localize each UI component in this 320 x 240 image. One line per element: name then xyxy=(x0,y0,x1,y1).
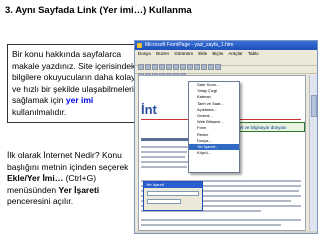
intro-line: sağlamak için yer imi xyxy=(12,95,134,107)
intro-highlight: yer imi xyxy=(65,95,94,106)
status-bar xyxy=(135,231,317,233)
menu-format[interactable]: Biçim xyxy=(212,51,223,56)
app-icon xyxy=(137,43,142,48)
scroll-thumb[interactable] xyxy=(311,95,317,117)
doc-text-line xyxy=(141,166,187,168)
shortcut: (Ctrl+G) xyxy=(63,173,97,183)
frontpage-screenshot: Microsoft FrontPage - yazi_sayfa_1.htm D… xyxy=(134,40,318,234)
menubar: Dosya Düzen Görünüm Ekle Biçim Araçlar T… xyxy=(135,50,317,57)
doc-text-line xyxy=(141,219,301,221)
menu-view[interactable]: Görünüm xyxy=(174,51,193,56)
menu-path: Ekle/Yer İmi… xyxy=(7,173,64,183)
slide-title: 3. Aynı Sayfada Link (Yer imi…) Kullanma xyxy=(5,5,192,16)
howto-line: İlk olarak İnternet Nedir? Konu xyxy=(7,150,122,160)
doc-heading: İnt xyxy=(141,102,157,117)
intro-line: makale yazdınız. Site içerisindeki xyxy=(12,60,138,71)
intro-line: bilgilere okuyucuların daha kolay xyxy=(12,72,136,83)
intro-line: Bir konu hakkında sayfalarca xyxy=(12,49,122,59)
howto-text-part: menüsünden xyxy=(7,184,59,195)
insert-menu: Satır Sonu... Yatay Çizgi Katman Tarih v… xyxy=(188,81,240,173)
format-toolbar xyxy=(135,66,317,79)
howto-line: penceresini açılır. xyxy=(7,196,74,206)
intro-line: ve hızlı bir şekilde ulaşabilmelerini xyxy=(12,83,141,94)
dialog-name: Yer İşareti xyxy=(58,184,100,195)
menu-tools[interactable]: Araçlar xyxy=(228,51,242,56)
doc-text-line xyxy=(141,146,189,148)
intro-box: Bir konu hakkında sayfalarca makale yazd… xyxy=(7,44,141,123)
app-title-bar: Microsoft FrontPage - yazi_sayfa_1.htm xyxy=(135,41,317,50)
howto-line: menüsünden Yer İşareti xyxy=(7,185,137,197)
vertical-scrollbar[interactable] xyxy=(309,75,317,231)
menu-insert[interactable]: Ekle xyxy=(198,51,207,56)
dialog-title: Yer İşareti xyxy=(144,182,202,188)
howto-text: İlk olarak İnternet Nedir? Konu başlığın… xyxy=(7,150,137,208)
toolbar xyxy=(135,57,317,70)
intro-line-text: sağlamak için xyxy=(12,95,66,106)
menu-file[interactable]: Dosya xyxy=(138,51,151,56)
doc-text-line xyxy=(141,224,281,226)
menu-table[interactable]: Tablo xyxy=(248,51,259,56)
doc-text-line xyxy=(141,151,187,153)
intro-line: kullanılmalıdır. xyxy=(12,106,67,117)
doc-title-line xyxy=(141,138,191,141)
bookmark-dialog: Yer İşareti xyxy=(143,181,203,211)
howto-line: başlığını metnin içinden seçerek xyxy=(7,161,129,172)
menu-item-hyperlink[interactable]: Köprü... xyxy=(189,150,239,156)
doc-text-line xyxy=(141,161,189,163)
menu-edit[interactable]: Düzen xyxy=(156,51,169,56)
howto-line: Ekle/Yer İmi… (Ctrl+G) xyxy=(7,173,137,185)
window-title: Microsoft FrontPage - yazi_sayfa_1.htm xyxy=(145,42,234,48)
bookmark-name-field[interactable] xyxy=(147,191,199,196)
bookmark-list[interactable] xyxy=(147,199,181,204)
doc-text-line xyxy=(141,156,185,158)
